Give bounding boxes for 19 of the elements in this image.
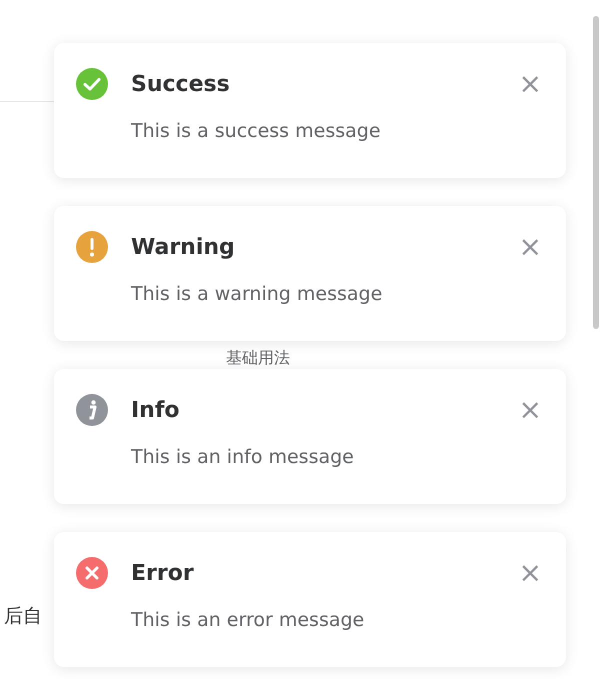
notification-title: Success (131, 72, 231, 96)
notification-message: This is an error message (131, 609, 366, 631)
info-icon (76, 394, 108, 426)
cross-icon (76, 557, 108, 589)
check-icon (76, 68, 108, 100)
partial-text: 后自 (4, 605, 42, 627)
exclamation-icon (76, 231, 108, 263)
close-button[interactable]: × (516, 233, 544, 261)
notification-title: Warning (131, 234, 236, 260)
notification-title: Error (131, 560, 195, 586)
notification-message: This is a success message (131, 120, 382, 142)
close-button[interactable]: × (516, 70, 544, 98)
notification-message: This is a warning message (131, 283, 384, 305)
close-button[interactable]: × (516, 559, 544, 587)
section-heading: 基础用法 (226, 348, 290, 367)
close-button[interactable]: × (516, 396, 544, 424)
notification-title: Info (131, 398, 181, 422)
scrollbar-thumb[interactable] (593, 16, 599, 329)
notification-message: This is an info message (131, 446, 355, 468)
